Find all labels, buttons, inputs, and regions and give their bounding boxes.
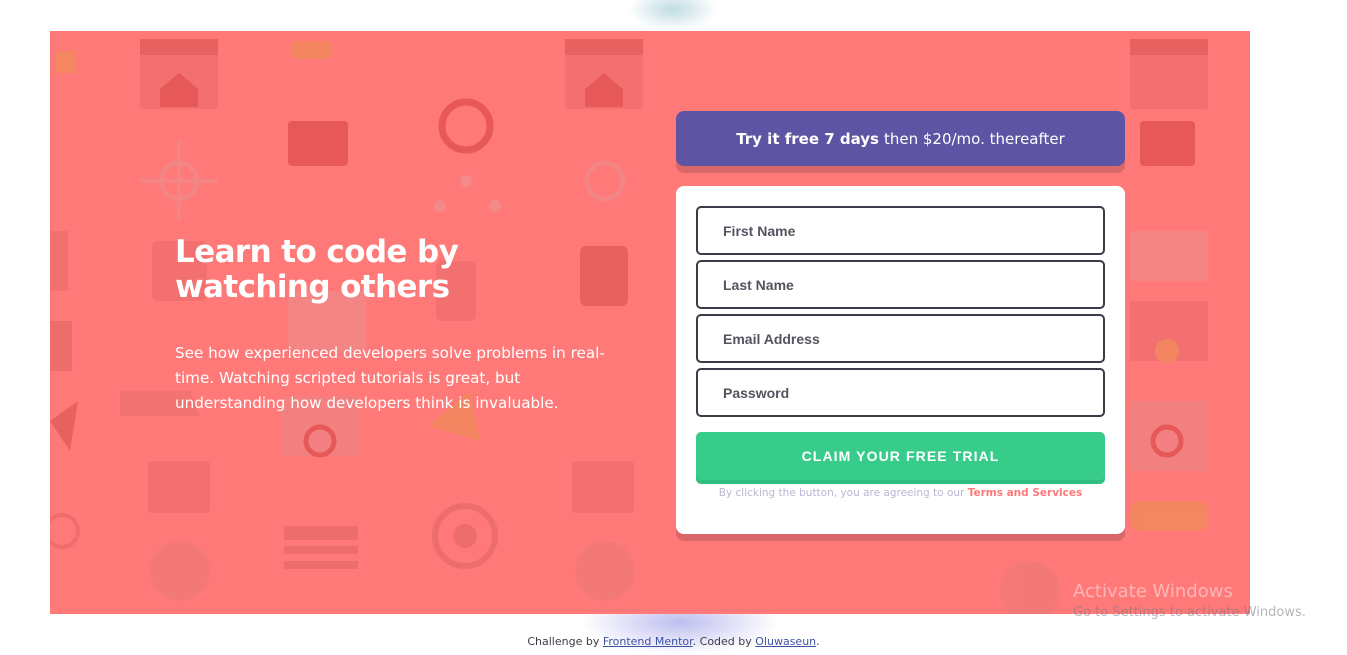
attribution-suffix: . xyxy=(816,635,820,648)
frontend-mentor-link[interactable]: Frontend Mentor xyxy=(603,635,693,648)
attribution-middle: . Coded by xyxy=(692,635,752,648)
pricing-banner: Try it free 7 days then $20/mo. thereaft… xyxy=(676,111,1125,166)
attribution-prefix: Challenge by xyxy=(527,635,600,648)
author-link[interactable]: Oluwaseun xyxy=(755,635,816,648)
claim-trial-button[interactable]: CLAIM YOUR FREE TRIAL xyxy=(696,432,1105,480)
pricing-banner-rest: then $20/mo. thereafter xyxy=(883,129,1065,148)
hero-headline: Learn to code by watching others xyxy=(175,234,459,305)
attribution: Challenge by Frontend Mentor. Coded by O… xyxy=(0,635,1347,648)
terms-notice-text: By clicking the button, you are agreeing… xyxy=(718,487,965,499)
first-name-input[interactable] xyxy=(723,222,1103,239)
background-blur-top xyxy=(628,0,718,31)
terms-link[interactable]: Terms and Services xyxy=(968,487,1083,499)
password-input[interactable] xyxy=(723,384,1103,401)
signup-card: CLAIM YOUR FREE TRIAL By clicking the bu… xyxy=(676,186,1125,534)
last-name-input[interactable] xyxy=(723,276,1103,293)
password-field[interactable] xyxy=(696,368,1105,417)
activate-windows-subtitle: Go to Settings to activate Windows. xyxy=(1073,605,1306,620)
terms-notice: By clicking the button, you are agreeing… xyxy=(676,487,1125,499)
hero-intro: See how experienced developers solve pro… xyxy=(175,344,605,412)
first-name-field[interactable] xyxy=(696,206,1105,255)
hero-section: Learn to code by watching others See how… xyxy=(50,31,1250,614)
email-input[interactable] xyxy=(723,330,1103,347)
activate-windows-title: Activate Windows xyxy=(1073,581,1233,602)
email-field[interactable] xyxy=(696,314,1105,363)
last-name-field[interactable] xyxy=(696,260,1105,309)
pricing-banner-bold: Try it free 7 days xyxy=(736,129,879,148)
